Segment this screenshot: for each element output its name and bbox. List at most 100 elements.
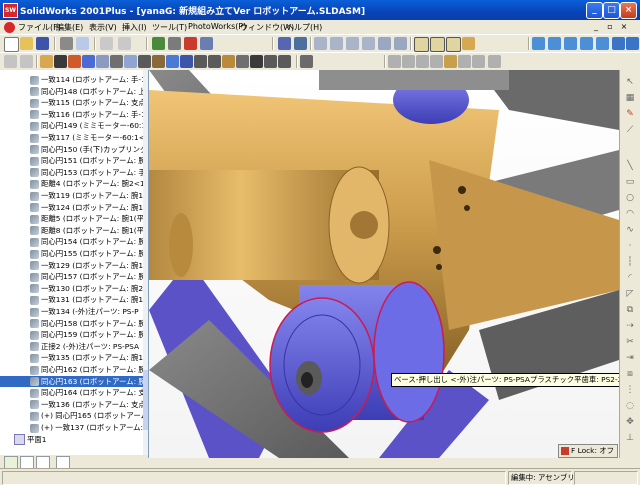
tree-item[interactable]: 同心円154 (ロボットアーム: 腕 <box>0 236 148 247</box>
save-icon[interactable] <box>36 37 49 50</box>
smart-dimension-icon[interactable] <box>20 55 33 68</box>
tree-item[interactable]: 一致136 (ロボットアーム: 支点 <box>0 399 148 410</box>
feature-icon[interactable] <box>222 55 235 68</box>
tree-item[interactable]: 一致119 (ロボットアーム: 腕1< <box>0 190 148 201</box>
view-front-icon[interactable] <box>532 37 545 50</box>
menu-help[interactable]: ヘルプ(H) <box>286 22 322 33</box>
assembly-feature-icon[interactable] <box>236 55 249 68</box>
photoworks-update-icon[interactable] <box>488 55 501 68</box>
new-document-icon[interactable] <box>4 37 19 52</box>
component-pattern-icon[interactable] <box>250 55 263 68</box>
tree-item[interactable]: 一致135 (ロボットアーム: 腕1< <box>0 352 148 363</box>
menu-edit[interactable]: 編集(E) <box>56 22 83 33</box>
shaded-icon[interactable] <box>462 37 475 50</box>
view-isometric-icon[interactable] <box>612 37 625 50</box>
doc-close-button[interactable]: × <box>618 21 630 33</box>
interference-icon[interactable] <box>166 55 179 68</box>
print-preview-icon[interactable] <box>76 37 89 50</box>
print-icon[interactable] <box>60 37 73 50</box>
tree-item[interactable]: 距離8 (ロボットアーム: 腕1(平 <box>0 225 148 236</box>
tree-item[interactable]: 同心円158 (ロボットアーム: 腕 <box>0 318 148 329</box>
tree-item[interactable]: 一致115 (ロボットアーム: 支点 <box>0 97 148 108</box>
photoworks-material-icon[interactable] <box>388 55 401 68</box>
tree-item[interactable]: 一致130 (ロボットアーム: 腕2< <box>0 283 148 294</box>
change-suppression-icon[interactable] <box>68 55 81 68</box>
fillet-icon[interactable]: ◜ <box>624 272 636 284</box>
select-icon[interactable] <box>278 37 291 50</box>
tree-item[interactable]: 同心円150 (手(下)カップリング <box>0 144 148 155</box>
tree-item[interactable]: 同心円148 (ロボットアーム: 上 <box>0 86 148 97</box>
doc-minimize-button[interactable]: _ <box>590 21 602 33</box>
zoom-in-out-icon[interactable] <box>346 37 359 50</box>
sketch-toggle-icon[interactable] <box>4 55 17 68</box>
trim-icon[interactable]: ✂ <box>624 336 636 348</box>
physical-dynamics-icon[interactable] <box>208 55 221 68</box>
insert-component-icon[interactable] <box>40 55 53 68</box>
hidden-lines-grey-icon[interactable] <box>430 37 445 52</box>
measure-icon[interactable] <box>278 55 291 68</box>
simulation-icon[interactable] <box>180 55 193 68</box>
feature-manager-tree[interactable]: 一致114 (ロボットアーム: 手-1 同心円148 (ロボットアーム: 上一致1… <box>0 70 149 458</box>
tree-item[interactable]: 一致117 (ミミモーター-60:1< <box>0 132 148 143</box>
arrow-select-icon[interactable]: ↖ <box>624 76 636 88</box>
tree-item[interactable]: 平面1 <box>0 434 148 445</box>
undo-icon[interactable] <box>100 37 113 50</box>
add-relation-icon[interactable]: ⊥ <box>624 432 636 444</box>
view-right-icon[interactable] <box>580 37 593 50</box>
rotate-view-icon[interactable] <box>378 37 391 50</box>
menu-tools[interactable]: ツール(T) <box>152 22 187 33</box>
photoworks-options-icon[interactable] <box>444 55 457 68</box>
collision-icon[interactable] <box>194 55 207 68</box>
view-left-icon[interactable] <box>564 37 577 50</box>
tree-item[interactable]: 一致134 (-外)注パーツ: PS-P <box>0 306 148 317</box>
photoworks-decal-icon[interactable] <box>402 55 415 68</box>
tree-item[interactable]: 一致114 (ロボットアーム: 手-1 <box>0 74 148 85</box>
tree-item[interactable]: 距離5 (ロボットアーム: 腕1(平 <box>0 213 148 224</box>
move-entities-icon[interactable]: ✥ <box>624 416 636 428</box>
tree-item[interactable]: (+) 一致137 (ロボットアーム:支 <box>0 422 148 433</box>
point-icon[interactable]: · <box>624 240 636 252</box>
hide-show-icon[interactable] <box>54 55 67 68</box>
zoom-selection-icon[interactable] <box>362 37 375 50</box>
tree-item[interactable]: 同心円155 (ロボットアーム: 腕 <box>0 248 148 259</box>
view-back-icon[interactable] <box>548 37 561 50</box>
zoom-area-icon[interactable] <box>330 37 343 50</box>
tree-item[interactable]: 同心円163 (ロボットアーム: 腕 <box>0 375 148 387</box>
wireframe-icon[interactable] <box>414 37 429 52</box>
circle-icon[interactable]: ○ <box>624 192 636 204</box>
reference-geometry-icon[interactable] <box>264 55 277 68</box>
menu-insert[interactable]: 挿入(I) <box>122 22 147 33</box>
mirror-icon[interactable]: ⧈ <box>624 368 636 380</box>
maximize-button[interactable]: □ <box>603 2 620 19</box>
sketch-pencil-icon[interactable]: ✎ <box>624 108 636 120</box>
photoworks-lighting-icon[interactable] <box>430 55 443 68</box>
whats-this-icon[interactable] <box>200 37 213 50</box>
photoworks-preview-icon[interactable] <box>472 55 485 68</box>
tree-item[interactable]: 同心円157 (ロボットアーム: 腕 <box>0 271 148 282</box>
tree-item[interactable]: (+) 同心円165 (ロボットアーム: <box>0 410 148 421</box>
menu-view[interactable]: 表示(V) <box>89 22 117 33</box>
photoworks-scene-icon[interactable] <box>416 55 429 68</box>
centerline-icon[interactable]: ┆ <box>624 256 636 268</box>
tree-item[interactable]: 同心円159 (ロボットアーム: 腕 <box>0 329 148 340</box>
graphics-viewport[interactable]: ベース-押し出し <-外)注パーツ: PS-PSAプラスチック平歯車: PS2-… <box>149 70 619 458</box>
circular-pattern-icon[interactable]: ◌ <box>624 400 636 412</box>
open-folder-icon[interactable] <box>20 37 33 50</box>
tree-item[interactable]: 同心円151 (ロボットアーム: 腕 <box>0 155 148 166</box>
offset-icon[interactable]: ⧉ <box>624 304 636 316</box>
hidden-lines-removed-icon[interactable] <box>446 37 461 52</box>
chamfer-icon[interactable]: ◸ <box>624 288 636 300</box>
rebuild-icon[interactable] <box>152 37 165 50</box>
photoworks-save-icon[interactable] <box>458 55 471 68</box>
tree-scrollbar-thumb[interactable] <box>143 370 148 430</box>
view-top-icon[interactable] <box>596 37 609 50</box>
tree-item[interactable]: 同心円153 (ロボットアーム: 手 <box>0 167 148 178</box>
photoworks-render-icon[interactable] <box>300 55 313 68</box>
tree-item[interactable]: 一致129 (ロボットアーム: 腕1< <box>0 260 148 271</box>
explode-view-icon[interactable] <box>152 55 165 68</box>
smart-mates-icon[interactable] <box>138 55 151 68</box>
minimize-button[interactable]: _ <box>586 2 603 19</box>
pan-icon[interactable] <box>394 37 407 50</box>
mate-icon[interactable] <box>96 55 109 68</box>
spline-icon[interactable]: ∿ <box>624 224 636 236</box>
